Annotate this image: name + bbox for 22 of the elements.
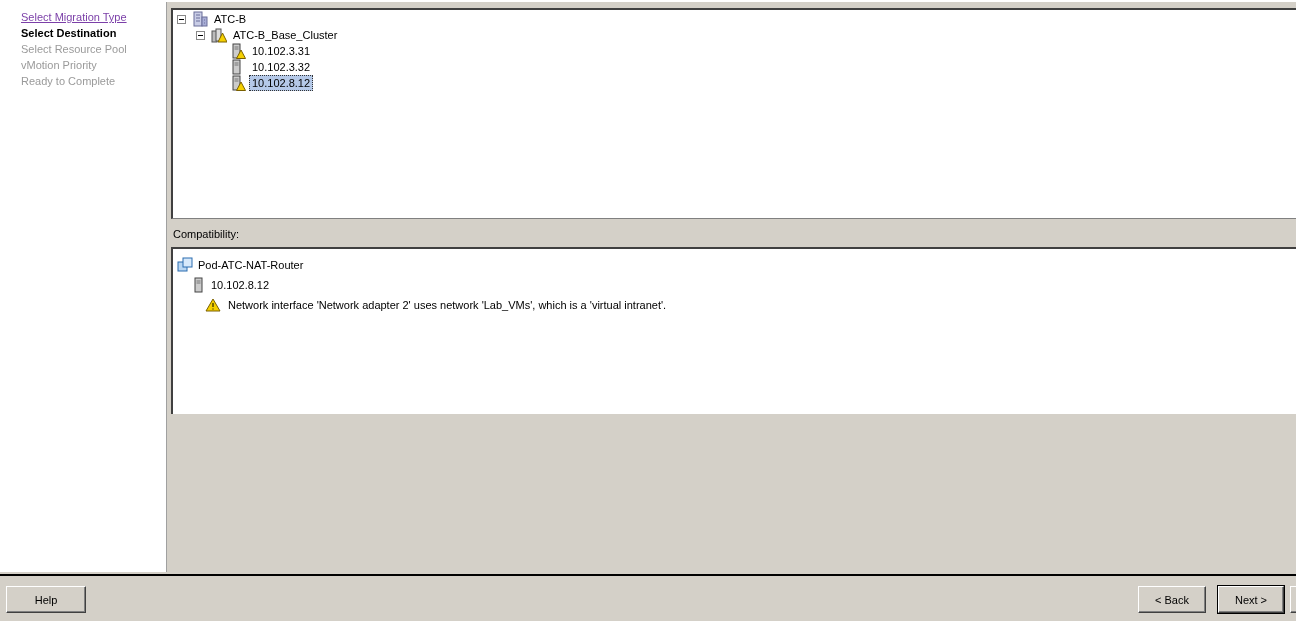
vm-name: Pod-ATC-NAT-Router — [198, 259, 304, 271]
server-icon — [193, 277, 205, 293]
back-button[interactable]: < Back — [1138, 586, 1206, 613]
step-link[interactable]: Select Migration Type — [21, 9, 166, 25]
tree-item[interactable]: 10.102.3.32 — [249, 59, 314, 75]
tree-item[interactable]: 10.102.8.12 — [249, 75, 314, 91]
tree-item[interactable]: 10.102.3.31 — [249, 43, 314, 59]
step-label: Ready to Complete — [21, 74, 117, 89]
step-label: Select Resource Pool — [21, 42, 128, 57]
warning-message: Network interface 'Network adapter 2' uses network 'Lab_VMs', which is a 'virtual intranet'. — [228, 299, 667, 311]
help-button[interactable]: Help — [6, 586, 86, 613]
collapse-toggle-icon[interactable] — [196, 30, 205, 40]
collapse-toggle-icon[interactable] — [177, 14, 186, 24]
tree-item[interactable]: ATC-B_Base_Cluster — [230, 27, 341, 43]
step-label: vMotion Priority — [21, 58, 98, 73]
host-name: 10.102.8.12 — [211, 279, 270, 291]
step-label: Select Destination — [21, 26, 118, 41]
virtual-machine-icon — [177, 257, 194, 273]
tree-item[interactable]: ATC-B — [211, 11, 250, 27]
warning-icon — [205, 298, 221, 312]
next-button[interactable]: Next > — [1218, 586, 1284, 613]
compatibility-label: Compatibility: — [172, 227, 241, 242]
